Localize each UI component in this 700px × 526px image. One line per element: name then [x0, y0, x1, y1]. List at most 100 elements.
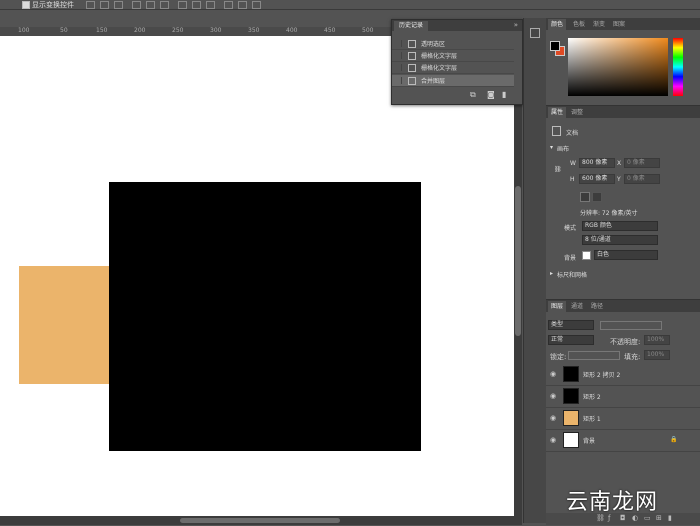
eye-icon[interactable]: ◉: [550, 392, 556, 400]
lock-icons[interactable]: [568, 351, 620, 360]
layer-thumbnail: [563, 366, 579, 382]
layer-name: 矩形 2 拷贝 2: [583, 372, 621, 379]
y-label: Y: [617, 176, 621, 183]
layer-thumbnail: [563, 432, 579, 448]
panel-collapse-icon[interactable]: »: [514, 21, 518, 29]
history-item-label: 栅格化文字层: [421, 65, 458, 72]
delete-layer-icon[interactable]: ▮: [668, 514, 672, 522]
x-field[interactable]: 0 像素: [624, 158, 660, 168]
tab-adjustments[interactable]: 调整: [568, 107, 586, 118]
tab-patterns[interactable]: 图案: [610, 19, 628, 30]
height-field[interactable]: 600 像素: [579, 174, 615, 184]
align-center-icon[interactable]: [100, 1, 109, 9]
history-item[interactable]: 透明选区: [392, 38, 514, 50]
tab-history[interactable]: 历史记录: [394, 21, 429, 31]
layer-row[interactable]: ◉ 矩形 2 拷贝 2: [546, 363, 700, 386]
new-document-from-state-icon[interactable]: ⧉: [470, 90, 476, 100]
tab-color[interactable]: 颜色: [548, 19, 567, 30]
layer-row[interactable]: ◉ 背景 🔒: [546, 429, 700, 452]
bit-depth-select[interactable]: 8 位/通道: [582, 235, 658, 245]
y-field[interactable]: 0 像素: [624, 174, 660, 184]
layer-row[interactable]: ◉ 矩形 1: [546, 407, 700, 430]
history-item-label: 透明选区: [421, 41, 446, 48]
document-icon: [552, 126, 561, 136]
history-item[interactable]: 栅格化文字层: [392, 62, 514, 74]
layer-thumbnail: [563, 410, 579, 426]
layer-name: 矩形 2: [583, 394, 601, 401]
show-transform-controls-checkbox[interactable]: [22, 1, 30, 9]
opacity-label: 不透明度:: [610, 338, 641, 346]
eye-icon[interactable]: ◉: [550, 370, 556, 378]
ruler-tick: 200: [134, 27, 146, 34]
guides-section-toggle[interactable]: ▸: [550, 270, 553, 277]
horizontal-scrollbar-thumb[interactable]: [180, 518, 340, 523]
distribute-right-icon[interactable]: [252, 1, 261, 9]
align-left-icon[interactable]: [86, 1, 95, 9]
history-step-icon: [408, 77, 416, 85]
fill-label: 填充:: [624, 353, 641, 361]
align-middle-icon[interactable]: [146, 1, 155, 9]
distribute-left-icon[interactable]: [224, 1, 233, 9]
tab-gradients[interactable]: 渐变: [590, 19, 608, 30]
tab-swatches[interactable]: 色板: [570, 19, 588, 30]
snapshot-toggle[interactable]: [395, 64, 402, 71]
black-rectangle-layer[interactable]: [109, 182, 421, 451]
history-step-icon: [408, 64, 416, 72]
tab-layers[interactable]: 图层: [548, 301, 567, 312]
resolution-text: 分辨率: 72 像素/英寸: [580, 210, 638, 217]
layer-row[interactable]: ◉ 矩形 2: [546, 385, 700, 408]
color-panel: 颜色 色板 渐变 图案: [546, 18, 700, 102]
width-field[interactable]: 800 像素: [579, 158, 615, 168]
background-color-swatch[interactable]: [582, 251, 591, 260]
tab-channels[interactable]: 通道: [568, 301, 586, 312]
distribute-bottom-icon[interactable]: [206, 1, 215, 9]
trash-icon[interactable]: ▮: [502, 90, 506, 99]
history-panel-icon[interactable]: [530, 28, 540, 38]
snapshot-toggle[interactable]: [395, 77, 402, 84]
height-label: H: [570, 176, 575, 183]
orange-rectangle-layer[interactable]: [19, 266, 111, 384]
color-mode-select[interactable]: RGB 颜色: [582, 221, 658, 231]
canvas-section-toggle[interactable]: ▾: [550, 144, 553, 151]
eye-icon[interactable]: ◉: [550, 436, 556, 444]
align-right-icon[interactable]: [114, 1, 123, 9]
distribute-middle-icon[interactable]: [192, 1, 201, 9]
history-item[interactable]: 栅格化文字层: [392, 50, 514, 62]
portrait-orientation-icon[interactable]: [580, 192, 590, 202]
history-panel-tabbar: 历史记录 »: [392, 20, 522, 31]
ruler-tick: 100: [18, 27, 30, 34]
opacity-field[interactable]: 100%: [644, 335, 670, 345]
link-dimensions-icon[interactable]: ⛓: [554, 166, 562, 173]
panel-icon-strip: [523, 18, 546, 523]
landscape-orientation-icon[interactable]: [592, 192, 602, 202]
background-select[interactable]: 白色: [594, 250, 658, 260]
hue-slider[interactable]: [673, 38, 683, 96]
mode-label: 模式: [564, 225, 577, 232]
lock-label: 锁定:: [550, 353, 567, 361]
snapshot-camera-icon[interactable]: ◙: [487, 90, 495, 99]
canvas-section-title: 画布: [557, 146, 570, 153]
vertical-scrollbar[interactable]: [514, 36, 522, 516]
history-item-selected[interactable]: 合并图层: [392, 75, 514, 87]
color-panel-tabs: 颜色 色板 渐变 图案: [546, 18, 700, 30]
layer-filter-select[interactable]: 类型: [548, 320, 594, 330]
history-item-label: 合并图层: [421, 78, 446, 85]
fill-field[interactable]: 100%: [644, 350, 670, 360]
layer-filter-icons[interactable]: [600, 321, 662, 330]
color-spectrum-field[interactable]: [568, 38, 668, 96]
distribute-top-icon[interactable]: [178, 1, 187, 9]
snapshot-toggle[interactable]: [395, 40, 402, 47]
foreground-color-swatch[interactable]: [550, 41, 560, 51]
tab-paths[interactable]: 路径: [588, 301, 606, 312]
vertical-scrollbar-thumb[interactable]: [515, 186, 521, 336]
horizontal-scrollbar[interactable]: [0, 516, 522, 525]
tab-properties[interactable]: 属性: [548, 107, 567, 118]
lock-icon[interactable]: 🔒: [670, 436, 677, 443]
eye-icon[interactable]: ◉: [550, 414, 556, 422]
blend-mode-select[interactable]: 正常: [548, 335, 594, 345]
align-bottom-icon[interactable]: [160, 1, 169, 9]
distribute-center-icon[interactable]: [238, 1, 247, 9]
align-top-icon[interactable]: [132, 1, 141, 9]
snapshot-toggle[interactable]: [395, 52, 402, 59]
document-canvas[interactable]: [0, 36, 514, 516]
